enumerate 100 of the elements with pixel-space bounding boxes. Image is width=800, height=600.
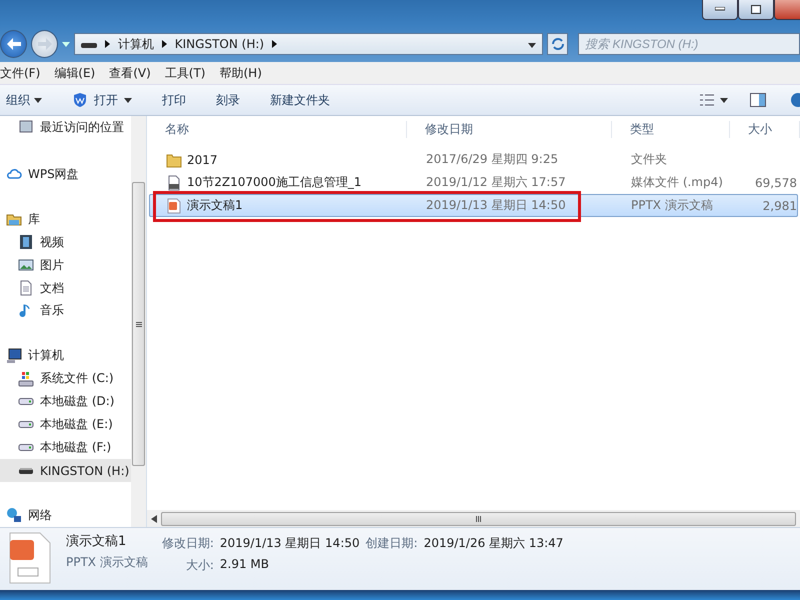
column-header[interactable]: 类型: [612, 120, 730, 138]
table-cell-text: 文件夹: [630, 151, 668, 168]
sidebar-item[interactable]: 音乐: [0, 300, 131, 322]
film-icon: [18, 234, 34, 250]
refresh-button[interactable]: [546, 33, 568, 55]
shield-w-icon: [72, 92, 88, 108]
toolbar-button[interactable]: 新建文件夹: [270, 92, 330, 108]
file-name: 10节2Z107000施工信息管理_1: [187, 174, 362, 191]
detail-label: 大小:: [184, 557, 214, 574]
breadcrumb[interactable]: 计算机: [118, 36, 154, 52]
menu-item[interactable]: 工具(T): [164, 64, 206, 82]
folder-icon: [166, 152, 182, 168]
usb-drive-icon: [80, 40, 97, 48]
caret-icon: [124, 98, 132, 102]
table-cell-text: 2019/1/12 星期六 17:57: [425, 174, 567, 191]
presentation-file-icon: [8, 532, 52, 584]
table-cell-text: 2019/1/13 星期日 14:50: [425, 197, 567, 214]
table-cell-text: 媒体文件 (.mp4): [630, 174, 724, 191]
chevron-right-icon: [162, 40, 167, 48]
table-cell-text: 2017/6/29 星期四 9:25: [425, 151, 560, 168]
picture-icon: [18, 257, 34, 274]
file-row[interactable]: 10节2Z107000施工信息管理_1 2019/1/12 星期六 17:57 媒体文件 (.mp4) 69,578: [149, 171, 798, 194]
sidebar-label: 本地磁盘 (F:): [40, 439, 112, 456]
sidebar-item[interactable]: 本地磁盘 (E:): [0, 413, 131, 436]
file-row[interactable]: 2017 2017/6/29 星期四 9:25 文件夹: [149, 148, 798, 171]
sidebar-label: 图片: [40, 256, 64, 274]
sidebar-item[interactable]: 库: [0, 208, 131, 231]
sidebar-item[interactable]: WPS网盘: [0, 162, 131, 186]
network-icon: [6, 507, 22, 524]
forward-button[interactable]: [31, 30, 58, 58]
view-list-icon[interactable]: [700, 94, 714, 106]
menu-item[interactable]: 编辑(E): [54, 64, 96, 82]
minimize-icon: [715, 7, 725, 11]
document-icon: [18, 280, 34, 296]
back-arrow-icon: [6, 38, 21, 50]
sidebar-label: 网络: [28, 506, 52, 524]
chevron-right-icon: [272, 40, 278, 48]
scroll-left-icon[interactable]: [151, 514, 157, 522]
toolbar-button[interactable]: 打印: [162, 92, 186, 108]
sidebar-label: 本地磁盘 (D:): [40, 393, 114, 410]
sidebar-item[interactable]: 视频: [0, 230, 131, 254]
file-name: 演示文稿1: [66, 533, 128, 550]
scroll-thumb[interactable]: [161, 512, 796, 526]
file-row[interactable]: 演示文稿1 2019/1/13 星期日 14:50 PPTX 演示文稿 2,981: [149, 194, 798, 217]
menu-item[interactable]: 文件(F): [0, 64, 40, 82]
sidebar-label: 视频: [40, 234, 64, 251]
detail-value: 2.91 MB: [220, 557, 270, 573]
forward-arrow-icon: [38, 38, 52, 50]
toolbar-button[interactable]: 打开: [72, 92, 132, 108]
horizontal-scrollbar[interactable]: [147, 510, 800, 527]
usb-drive-icon: [18, 468, 34, 474]
drive-icon: [18, 444, 34, 452]
sidebar-label: 库: [28, 210, 40, 228]
toolbar-button[interactable]: 刻录: [216, 92, 240, 108]
sidebar-label: 文档: [40, 280, 64, 297]
chevron-right-icon: [104, 40, 110, 48]
address-bar[interactable]: 计算机 KINGSTON (H:): [74, 33, 543, 55]
column-header[interactable]: 名称: [147, 120, 407, 138]
sidebar-label: 音乐: [40, 302, 64, 320]
breadcrumb[interactable]: KINGSTON (H:): [174, 37, 264, 51]
detail-label: 创建日期:: [366, 535, 418, 552]
detail-label: 修改日期:: [162, 535, 214, 552]
sidebar-label: 计算机: [28, 347, 64, 364]
sidebar-item[interactable]: 网络: [0, 504, 131, 527]
sidebar-item[interactable]: KINGSTON (H:): [0, 459, 131, 482]
minimize-button[interactable]: [702, 0, 738, 20]
detail-value: 2019/1/13 星期日 14:50: [220, 535, 360, 552]
search-field[interactable]: 搜索 KINGSTON (H:): [578, 33, 800, 55]
preview-pane-icon[interactable]: [750, 93, 766, 107]
file-name: 2017: [187, 152, 218, 166]
drive-icon: [18, 398, 34, 406]
caret-icon: [528, 43, 536, 48]
sidebar-item[interactable]: 最近访问的位置: [0, 116, 131, 139]
table-cell-text: 2,981: [762, 198, 797, 212]
sidebar-item[interactable]: 本地磁盘 (D:): [0, 390, 131, 414]
column-header[interactable]: 大小: [730, 120, 800, 138]
sidebar-label: 本地磁盘 (E:): [40, 416, 113, 434]
help-icon[interactable]: [788, 92, 800, 108]
table-cell-text: 69,578: [754, 176, 797, 190]
recent-pages-caret-icon[interactable]: [62, 42, 70, 46]
sidebar-item[interactable]: 文档: [0, 276, 131, 300]
sidebar-item[interactable]: 图片: [0, 254, 131, 277]
menu-item[interactable]: 帮助(H): [220, 64, 262, 82]
menu-item[interactable]: 查看(V): [109, 64, 151, 82]
column-header[interactable]: 修改日期: [407, 120, 612, 138]
sidebar-item[interactable]: 本地磁盘 (F:): [0, 436, 131, 460]
caret-icon: [720, 98, 728, 102]
scroll-thumb[interactable]: [132, 182, 145, 466]
sidebar-item[interactable]: 系统文件 (C:): [0, 367, 131, 390]
sidebar-label: KINGSTON (H:): [40, 464, 130, 478]
presentation-file-icon: [166, 198, 182, 214]
vertical-scrollbar[interactable]: [131, 116, 146, 527]
toolbar-button[interactable]: 组织: [6, 92, 42, 108]
back-button[interactable]: [0, 30, 28, 58]
maximize-button[interactable]: [738, 0, 774, 20]
maximize-icon: [751, 4, 761, 14]
table-cell-text: PPTX 演示文稿: [630, 197, 714, 214]
sidebar-item[interactable]: 计算机: [0, 344, 131, 368]
recent-places-icon: [18, 119, 34, 136]
detail-value: 2019/1/26 星期六 13:47: [424, 535, 564, 552]
